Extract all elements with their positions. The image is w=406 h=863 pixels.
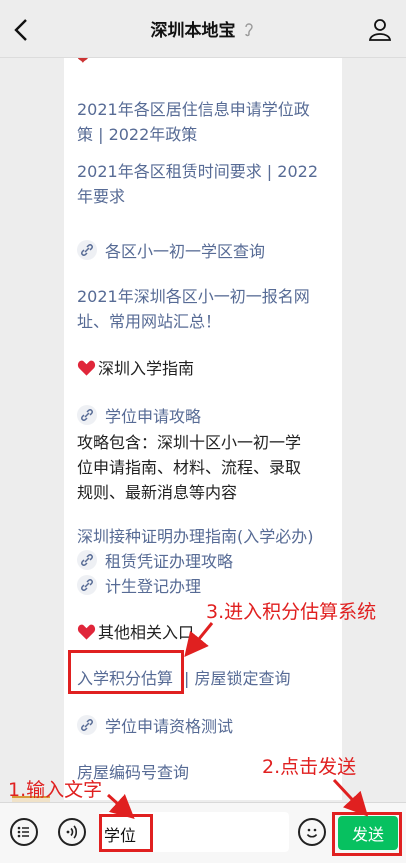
article-line[interactable]: 深圳接种证明办理指南(入学必办) <box>77 524 314 549</box>
voice-icon[interactable] <box>58 818 86 846</box>
article-link-item[interactable]: 学位申请资格测试 <box>77 714 233 739</box>
annotation-step3: 3.进入积分估算系统 <box>206 601 377 623</box>
cut-off-line: ❤ <box>77 58 89 68</box>
ear-icon <box>244 22 253 36</box>
chat-area[interactable]: ❤ 2021年各区居住信息申请学位政 策 | 2022年政策 2021年各区租赁… <box>0 58 406 800</box>
section-heading-text: 深圳入学指南 <box>98 359 195 378</box>
chat-title-text: 深圳本地宝 <box>150 21 236 41</box>
article-line[interactable]: 2021年各区租赁时间要求 | 2022 <box>77 159 318 184</box>
link-icon <box>77 240 97 260</box>
annotation-step2: 2.点击发送 <box>262 756 357 778</box>
article-text: 攻略包含：深圳十区小一初一学 <box>77 433 302 452</box>
article-line[interactable]: 2021年各区居住信息申请学位政 <box>77 97 310 122</box>
top-bar: 深圳本地宝 <box>0 0 406 58</box>
highlight-points-estimate <box>68 650 184 694</box>
section-heading-text: 其他相关入口 <box>98 623 195 642</box>
article-link-text: 各区小一初一学区查询 <box>105 242 266 261</box>
article-link-item[interactable]: 各区小一初一学区查询 <box>77 239 265 264</box>
article-link-item[interactable]: 租赁凭证办理攻略 <box>77 549 233 574</box>
article-line[interactable]: 策 | 2022年政策 <box>77 122 197 147</box>
heart-icon <box>77 624 96 640</box>
link-icon <box>77 550 97 570</box>
article-link-text: 学位申请资格测试 <box>105 717 234 736</box>
link-icon <box>77 715 97 735</box>
article-line[interactable]: 2021年深圳各区小一初一报名网 <box>77 284 310 309</box>
article-link-item[interactable]: 计生登记办理 <box>77 574 201 599</box>
article-text: 位申请指南、材料、流程、录取 <box>77 458 302 477</box>
highlight-send <box>332 812 402 856</box>
article-link-item[interactable]: 学位申请攻略 <box>77 404 201 429</box>
article-line[interactable]: 址、常用网站汇总！ <box>77 309 221 334</box>
heart-icon <box>77 360 96 376</box>
article-link-text: 学位申请攻略 <box>105 407 202 426</box>
annotation-step1: 1.输入文字 <box>8 779 103 801</box>
highlight-input <box>99 814 153 852</box>
link-icon <box>77 575 97 595</box>
link-icon <box>77 405 97 425</box>
article-link-text: 计生登记办理 <box>105 577 202 596</box>
article-line[interactable]: 年要求 <box>77 184 125 209</box>
menu-list-icon[interactable] <box>10 818 38 846</box>
article-link-text: 租赁凭证办理攻略 <box>105 552 234 571</box>
profile-icon[interactable] <box>368 17 392 41</box>
chat-title: 深圳本地宝 <box>151 16 256 41</box>
section-heading: 深圳入学指南 <box>77 356 194 381</box>
house-lock-query-link[interactable]: | 房屋锁定查询 <box>184 666 290 691</box>
section-heading: 其他相关入口 <box>77 620 194 645</box>
emoji-icon[interactable] <box>298 818 326 846</box>
article-text: 规则、最新消息等内容 <box>77 483 238 502</box>
back-arrow-icon[interactable] <box>10 16 34 44</box>
